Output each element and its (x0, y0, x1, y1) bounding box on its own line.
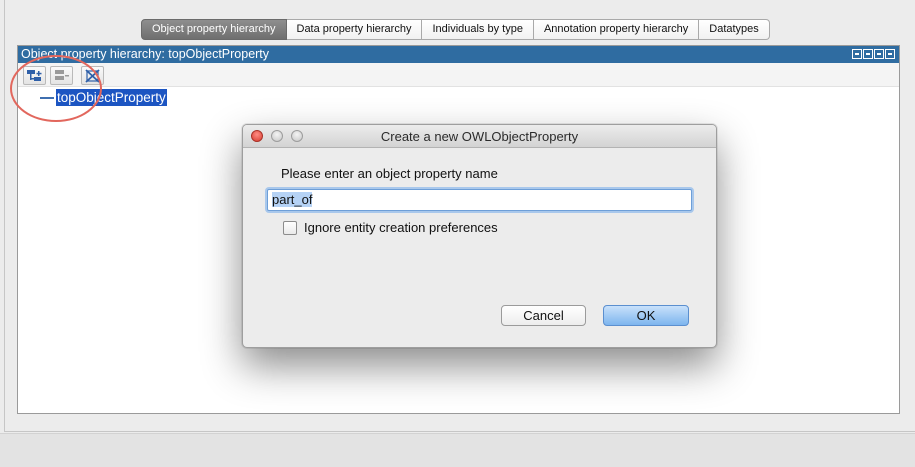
tab-datatypes[interactable]: Datatypes (699, 19, 770, 40)
dialog-title: Create a new OWLObjectProperty (380, 129, 579, 144)
status-strip (0, 433, 915, 467)
ignore-preferences-checkbox[interactable] (283, 220, 297, 235)
tab-data-property-hierarchy[interactable]: Data property hierarchy (286, 19, 423, 40)
tab-individuals-by-type[interactable]: Individuals by type (422, 19, 534, 40)
add-sibling-property-button[interactable] (50, 66, 73, 85)
view-sync-icon[interactable] (852, 49, 862, 59)
add-sibling-property-icon (55, 70, 69, 80)
tab-object-property-hierarchy[interactable]: Object property hierarchy (141, 19, 287, 40)
tree-node-root[interactable]: topObjectProperty (40, 89, 167, 106)
view-maximize-icon[interactable] (874, 49, 884, 59)
tab-annotation-property-hierarchy[interactable]: Annotation property hierarchy (533, 19, 700, 40)
hierarchy-tab-bar: Object property hierarchy Data property … (141, 19, 770, 40)
view-toolbar (18, 63, 899, 87)
cancel-button[interactable]: Cancel (501, 305, 586, 326)
add-subproperty-icon (27, 70, 42, 81)
view-minimize-icon[interactable] (863, 49, 873, 59)
view-title: Object property hierarchy: topObjectProp… (21, 47, 270, 61)
property-name-prompt: Please enter an object property name (281, 166, 498, 181)
property-name-value: part_of (272, 192, 313, 207)
create-object-property-dialog: Create a new OWLObjectProperty Please en… (242, 124, 717, 348)
add-subproperty-button[interactable] (23, 66, 46, 85)
dialog-titlebar: Create a new OWLObjectProperty (243, 125, 716, 148)
ignore-preferences-row[interactable]: Ignore entity creation preferences (283, 220, 498, 235)
view-controls (852, 49, 895, 59)
view-header: Object property hierarchy: topObjectProp… (18, 46, 899, 63)
delete-property-icon (85, 69, 100, 83)
view-close-icon[interactable] (885, 49, 895, 59)
delete-property-button[interactable] (81, 66, 104, 85)
tree-node-label[interactable]: topObjectProperty (56, 89, 167, 106)
ok-button[interactable]: OK (603, 305, 689, 326)
ignore-preferences-label: Ignore entity creation preferences (304, 220, 498, 235)
tree-connector (40, 96, 54, 99)
property-name-input[interactable]: part_of (267, 189, 692, 211)
